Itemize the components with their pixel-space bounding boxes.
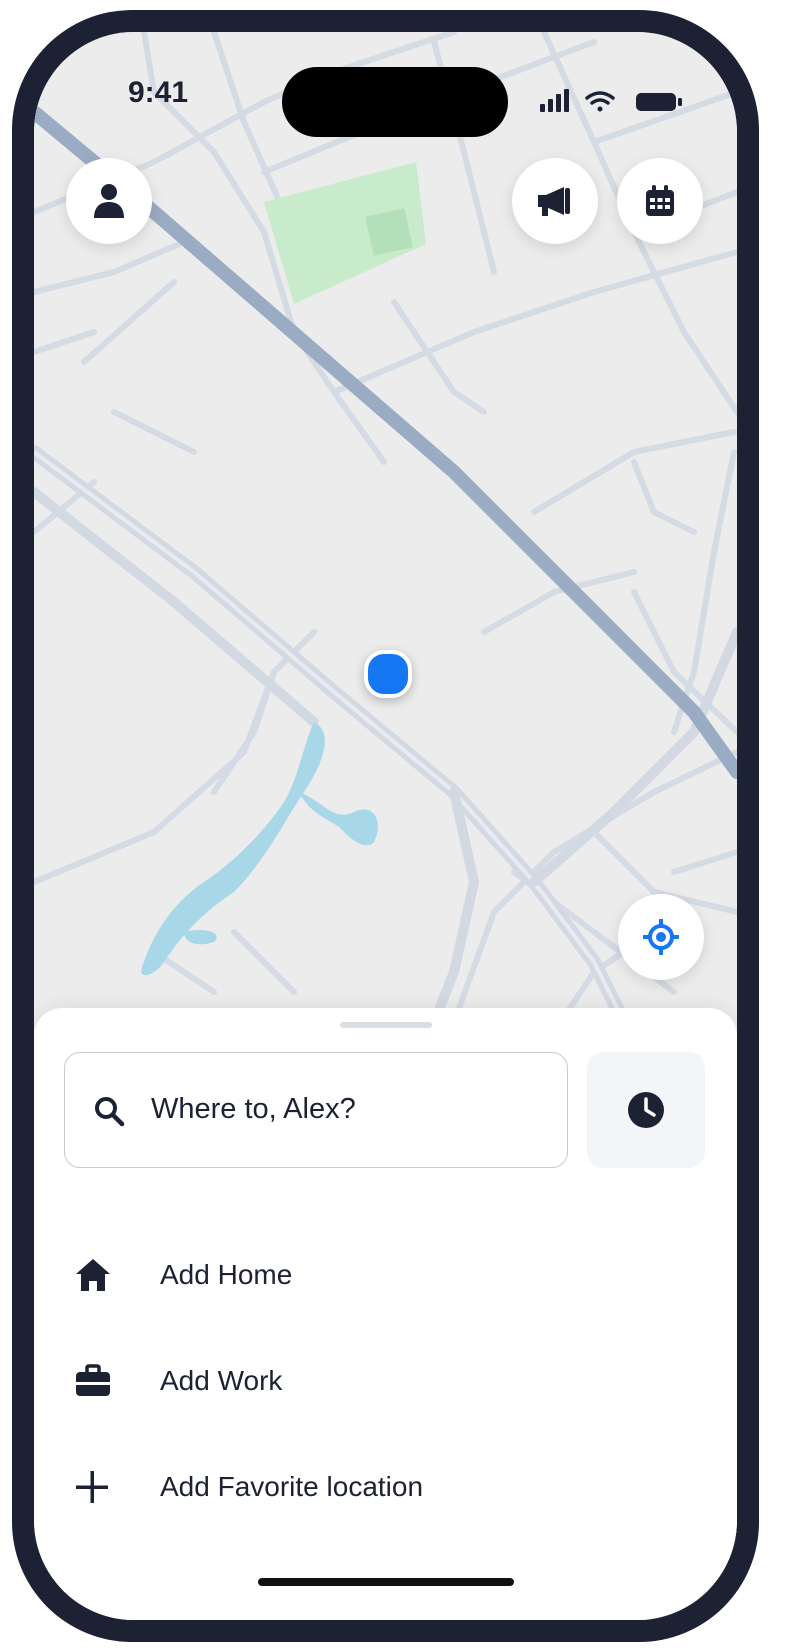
add-favorite-label: Add Favorite location	[160, 1471, 424, 1502]
sheet-drag-handle[interactable]	[340, 1022, 432, 1028]
calendar-button[interactable]	[617, 158, 703, 244]
status-icons	[540, 89, 682, 112]
plus-icon	[74, 1467, 134, 1507]
megaphone-icon	[538, 187, 570, 216]
search-input[interactable]	[151, 1081, 541, 1137]
search-box[interactable]	[64, 1052, 568, 1168]
phone-frame: 9:41 Where to, Alex? Add Home Add Work A…	[12, 10, 759, 1642]
clock-icon	[628, 1092, 664, 1128]
wifi-icon	[585, 91, 615, 112]
briefcase-icon	[74, 1361, 134, 1401]
search-icon	[95, 1097, 125, 1127]
home-icon	[74, 1255, 134, 1295]
add-work-item[interactable]: Add Work	[64, 1346, 704, 1416]
user-icon	[94, 184, 124, 218]
announcement-button[interactable]	[512, 158, 598, 244]
current-location-marker	[364, 650, 412, 698]
screen: 9:41 Where to, Alex? Add Home Add Work A…	[34, 32, 737, 1620]
profile-button[interactable]	[66, 158, 152, 244]
signal-icon	[540, 89, 569, 112]
locate-me-button[interactable]	[618, 894, 704, 980]
add-work-label: Add Work	[160, 1365, 283, 1396]
home-indicator[interactable]	[258, 1578, 514, 1586]
add-favorite-item[interactable]: Add Favorite location	[64, 1452, 704, 1522]
add-home-item[interactable]: Add Home	[64, 1240, 704, 1310]
bottom-sheet: Add Home Add Work	[34, 1008, 737, 1620]
dynamic-island	[282, 67, 508, 137]
status-time: 9:41	[128, 76, 189, 109]
battery-icon	[636, 93, 682, 111]
recent-trips-button[interactable]	[587, 1052, 705, 1168]
status-bar: 9:41	[34, 32, 737, 142]
add-home-label: Add Home	[160, 1259, 293, 1290]
crosshair-icon	[643, 919, 679, 955]
calendar-icon	[646, 185, 674, 216]
